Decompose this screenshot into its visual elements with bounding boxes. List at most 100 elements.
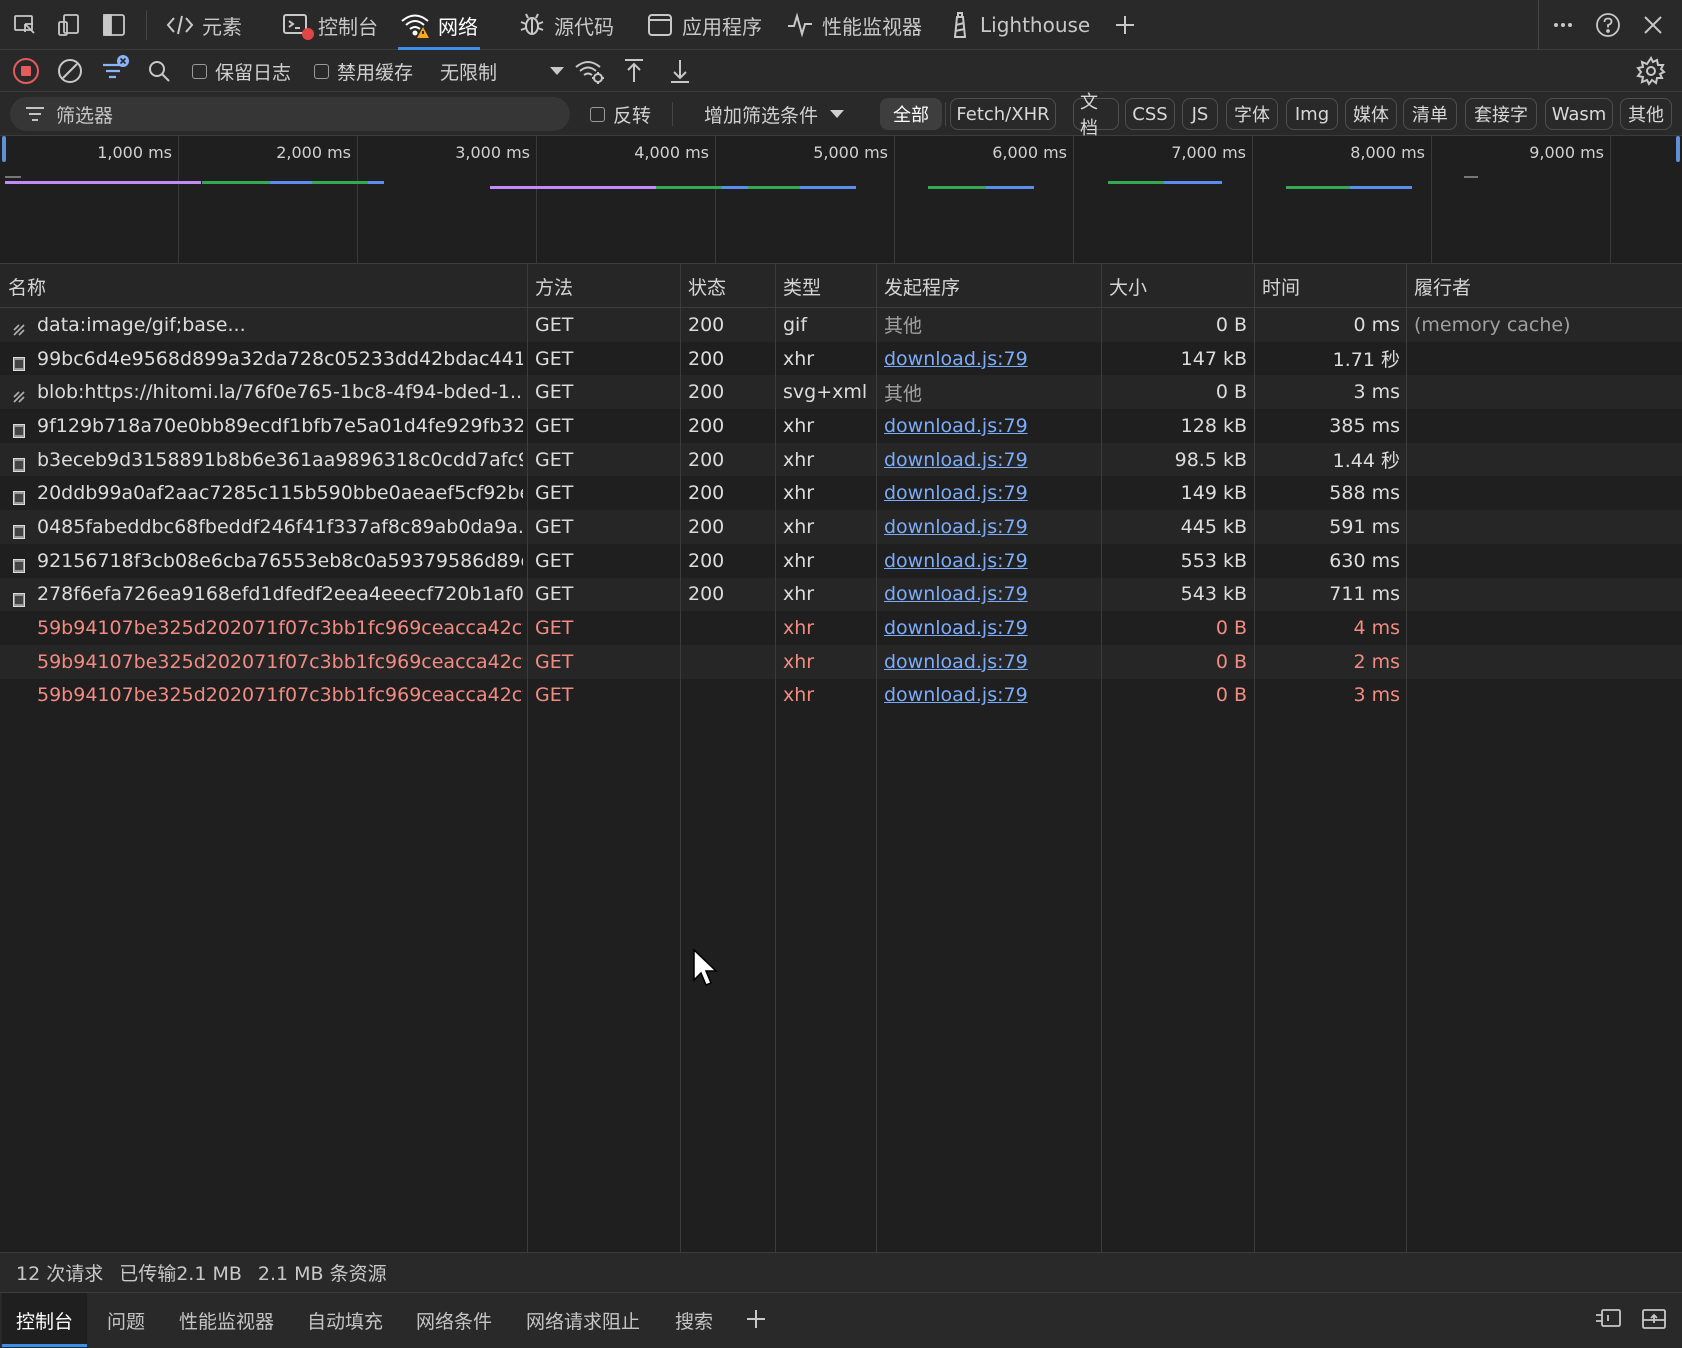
request-initiator[interactable]: download.js:79 [884,679,1099,713]
request-row[interactable]: 59b94107be325d202071f07c3bb1fc969ceacca4… [0,644,1682,679]
inspect-element-icon[interactable] [10,10,40,40]
tab-console[interactable]: 控制台 [282,0,378,50]
settings-gear-icon[interactable] [1636,50,1666,92]
drawer-tab[interactable]: 自动填充 [293,1293,397,1347]
overview-left-handle[interactable] [2,136,6,162]
type-filter-pill[interactable]: Wasm [1545,98,1613,130]
type-filter-pill[interactable]: JS [1182,98,1218,130]
type-filter-pill[interactable]: 清单 [1403,98,1457,130]
dock-drawer-icon[interactable] [1594,1307,1622,1336]
column-divider[interactable] [1254,264,1255,1252]
request-initiator[interactable]: download.js:79 [884,510,1099,544]
request-row[interactable]: 9f129b718a70e0bb89ecdf1bfb7e5a01d4fe929f… [0,409,1682,443]
column-header-method[interactable]: 方法 [527,264,573,308]
type-filter-pill[interactable]: CSS [1125,98,1175,130]
checkbox-box[interactable] [590,106,605,122]
request-name[interactable]: b3eceb9d3158891b8b6e361aa9896318c0cdd7af… [37,443,523,477]
request-name[interactable]: 59b94107be325d202071f07c3bb1fc969ceacca4… [37,611,523,645]
type-filter-pill[interactable]: 字体 [1226,98,1278,130]
request-row[interactable]: 59b94107be325d202071f07c3bb1fc969ceacca4… [0,611,1682,645]
overview-right-handle[interactable] [1676,136,1680,162]
filter-input[interactable]: 筛选器 [10,97,570,131]
request-row[interactable]: 20ddb99a0af2aac7285c115b590bbe0aeaef5cf9… [0,476,1682,510]
column-header-initiator[interactable]: 发起程序 [876,264,960,308]
type-filter-pill[interactable]: 媒体 [1345,98,1397,130]
tab-lighthouse[interactable]: Lighthouse [948,0,1090,50]
import-har-icon[interactable] [622,50,646,92]
column-divider[interactable] [680,264,681,1252]
network-conditions-icon[interactable] [574,50,606,92]
more-options-icon[interactable] [1548,10,1578,40]
column-header-fulfilled-by[interactable]: 履行者 [1406,264,1471,308]
column-header-size[interactable]: 大小 [1101,264,1147,308]
request-name[interactable]: 9f129b718a70e0bb89ecdf1bfb7e5a01d4fe929f… [37,409,523,443]
tab-performance-monitor[interactable]: 性能监视器 [786,0,922,50]
column-header-status[interactable]: 状态 [680,264,726,308]
request-initiator[interactable]: download.js:79 [884,544,1099,578]
request-name[interactable]: data:image/gif;base... [37,308,523,342]
request-name[interactable]: 92156718f3cb08e6cba76553eb8c0a59379586d8… [37,544,523,578]
export-har-icon[interactable] [668,50,692,92]
close-icon[interactable] [1638,10,1668,40]
filter-toggle-icon[interactable] [100,50,130,92]
drawer-tab[interactable]: 性能监视器 [165,1293,288,1347]
column-divider[interactable] [775,264,776,1252]
request-initiator[interactable]: download.js:79 [884,443,1099,477]
preserve-log-checkbox[interactable]: 保留日志 [192,50,291,92]
request-row[interactable]: 278f6efa726ea9168efd1dfedf2eea4eeecf720b… [0,577,1682,612]
column-divider[interactable] [1406,264,1407,1252]
column-divider[interactable] [876,264,877,1252]
request-initiator[interactable]: download.js:79 [884,409,1099,443]
request-row[interactable]: 92156718f3cb08e6cba76553eb8c0a59379586d8… [0,544,1682,578]
request-name[interactable]: 99bc6d4e9568d899a32da728c05233dd42bdac44… [37,342,523,376]
request-row[interactable]: blob:https://hitomi.la/76f0e765-1bc8-4f9… [0,375,1682,410]
type-filter-pill[interactable]: Img [1286,98,1338,130]
tab-network[interactable]: 网络 [398,0,480,50]
dock-side-icon[interactable] [99,10,129,40]
add-drawer-tab-icon[interactable] [744,1307,768,1336]
type-filter-pill[interactable]: 套接字 [1465,98,1537,130]
tab-elements[interactable]: 元素 [166,0,242,50]
disable-cache-checkbox[interactable]: 禁用缓存 [314,50,413,92]
device-toolbar-icon[interactable] [54,10,84,40]
type-filter-pill[interactable]: Fetch/XHR [950,98,1056,130]
request-row[interactable]: 0485fabeddbc68fbeddf246f41f337af8c89ab0d… [0,510,1682,544]
close-drawer-icon[interactable] [1640,1307,1668,1336]
drawer-tab[interactable]: 搜索 [661,1293,727,1347]
checkbox-box[interactable] [192,63,207,79]
request-row[interactable]: 99bc6d4e9568d899a32da728c05233dd42bdac44… [0,342,1682,376]
request-initiator[interactable]: download.js:79 [884,476,1099,510]
request-initiator[interactable]: download.js:79 [884,578,1099,612]
search-icon[interactable] [146,50,172,92]
request-initiator[interactable]: download.js:79 [884,342,1099,376]
request-row[interactable]: data:image/gif;base... GET 200 gif 其他 0 B 0 ms… [0,308,1682,342]
more-filters-dropdown[interactable]: 增加筛选条件 [704,92,846,136]
column-header-type[interactable]: 类型 [775,264,821,308]
tab-application[interactable]: 应用程序 [646,0,762,50]
invert-checkbox[interactable]: 反转 [590,92,651,136]
clear-button[interactable] [56,50,84,92]
type-filter-pill[interactable]: 全部 [880,98,942,130]
column-divider[interactable] [527,264,528,1252]
tab-sources[interactable]: 源代码 [518,0,614,50]
record-button[interactable] [12,50,40,92]
add-tab-icon[interactable] [1110,10,1140,40]
request-initiator[interactable]: download.js:79 [884,611,1099,645]
type-filter-pill[interactable]: 其他 [1620,98,1672,130]
drawer-tab[interactable]: 网络请求阻止 [512,1293,654,1347]
request-name[interactable]: 59b94107be325d202071f07c3bb1fc969ceacca4… [37,679,523,713]
column-header-name[interactable]: 名称 [0,264,46,308]
request-row[interactable]: b3eceb9d3158891b8b6e361aa9896318c0cdd7af… [0,442,1682,477]
request-row[interactable]: 59b94107be325d202071f07c3bb1fc969ceacca4… [0,679,1682,713]
request-name[interactable]: 278f6efa726ea9168efd1dfedf2eea4eeecf720b… [37,578,523,612]
throttling-select[interactable]: 无限制 [440,50,566,92]
request-initiator[interactable]: download.js:79 [884,645,1099,679]
request-name[interactable]: 20ddb99a0af2aac7285c115b590bbe0aeaef5cf9… [37,476,523,510]
request-name[interactable]: 0485fabeddbc68fbeddf246f41f337af8c89ab0d… [37,510,523,544]
checkbox-box[interactable] [314,63,329,79]
request-name[interactable]: 59b94107be325d202071f07c3bb1fc969ceacca4… [37,645,523,679]
drawer-tab[interactable]: 控制台 [2,1293,88,1347]
type-filter-pill[interactable]: 文档 [1073,92,1119,139]
drawer-tab[interactable]: 问题 [93,1293,159,1347]
column-divider[interactable] [1101,264,1102,1252]
